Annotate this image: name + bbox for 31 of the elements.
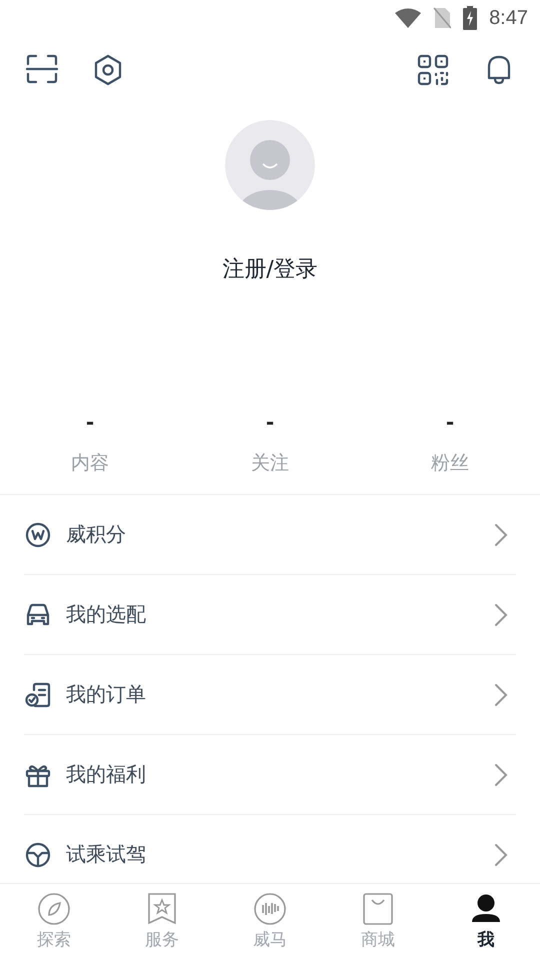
receipt-check-icon — [24, 680, 52, 708]
stat-value: - — [266, 410, 274, 434]
menu-label: 我的订单 — [66, 681, 147, 708]
clock-time: 8:47 — [489, 6, 528, 30]
tab[interactable]: 我 — [432, 884, 540, 960]
chevron-right-icon — [494, 842, 508, 866]
menu-label: 试乘试驾 — [66, 841, 147, 868]
steering-wheel-icon — [24, 840, 52, 868]
menu-label: 威积分 — [66, 521, 127, 548]
no-sim-icon — [433, 7, 452, 29]
chevron-right-icon — [494, 602, 508, 626]
menu-item[interactable]: 我的福利 — [24, 735, 516, 815]
menu-item[interactable]: 威积分 — [24, 495, 516, 575]
star-bookmark-icon — [145, 892, 179, 926]
menu-label: 我的选配 — [66, 601, 147, 628]
sound-wave-icon — [253, 892, 287, 926]
qr-code-icon[interactable] — [416, 53, 450, 87]
menu-item[interactable]: 我的订单 — [24, 655, 516, 735]
wifi-icon — [395, 8, 422, 28]
login-link[interactable]: 注册/登录 — [222, 254, 318, 284]
chevron-right-icon — [494, 682, 508, 706]
shopping-bag-icon — [361, 892, 395, 926]
menu-item[interactable]: 我的选配 — [24, 575, 516, 655]
battery-charging-icon — [463, 6, 478, 30]
stat-value: - — [446, 410, 454, 434]
points-icon — [24, 520, 52, 548]
stat-value: - — [86, 410, 94, 434]
menu-label: 我的福利 — [66, 761, 147, 788]
compass-icon — [37, 892, 71, 926]
chevron-right-icon — [494, 762, 508, 786]
chevron-right-icon — [494, 522, 508, 546]
